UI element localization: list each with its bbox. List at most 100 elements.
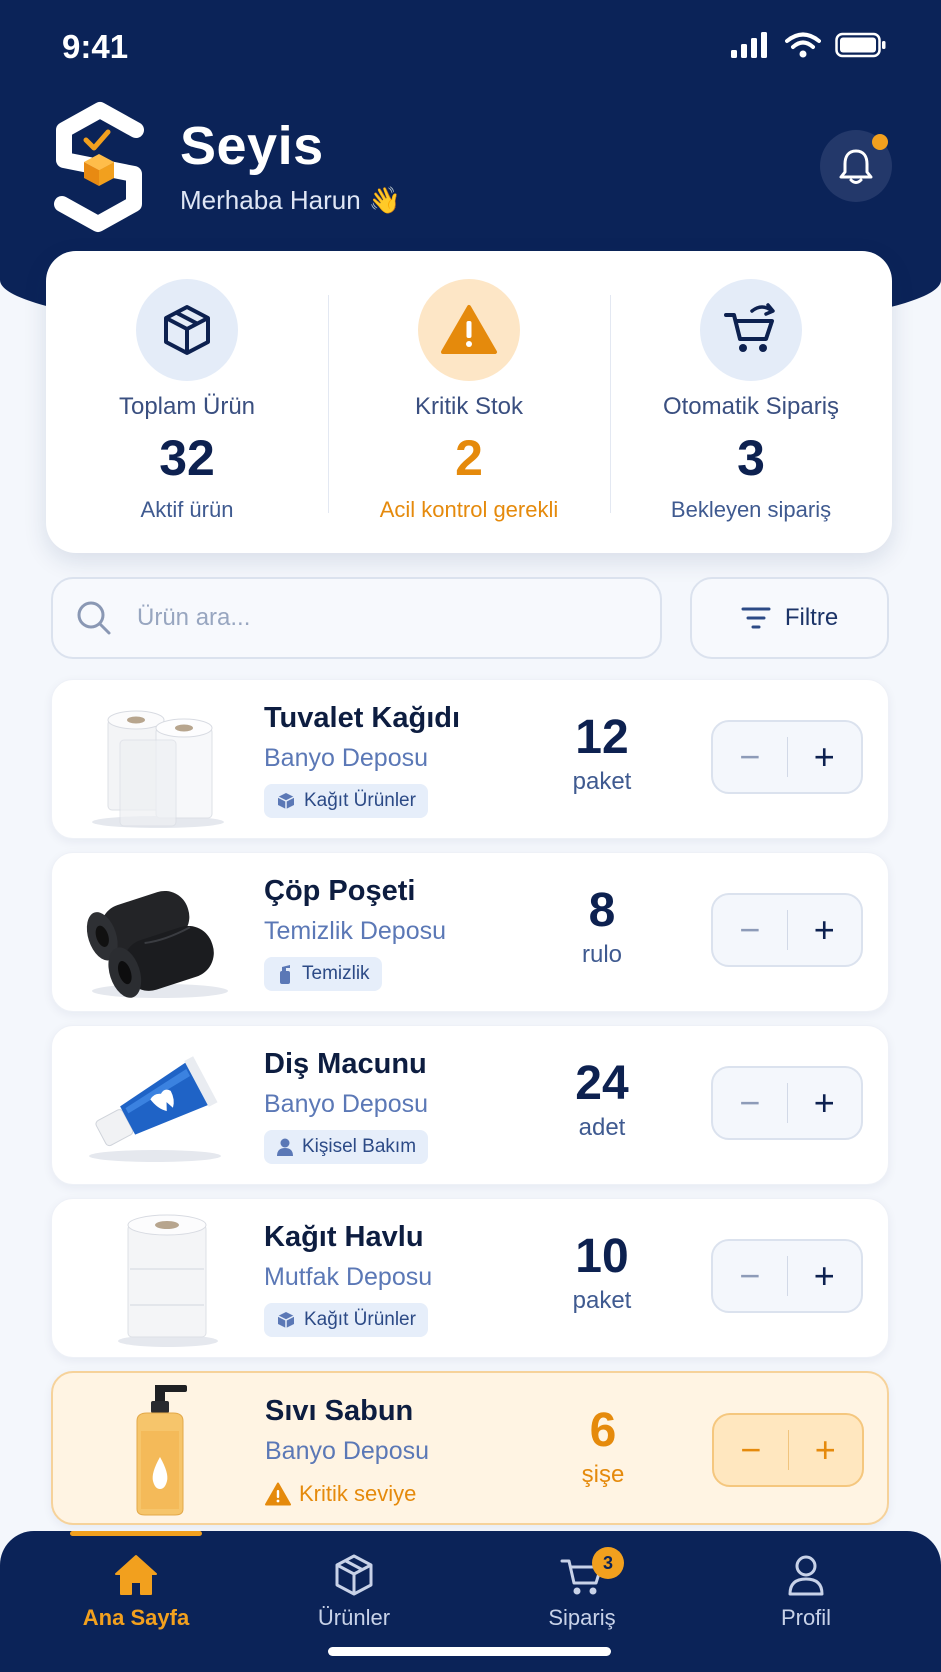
quantity-stepper: − +: [711, 720, 863, 794]
paper-towel-image: [118, 1214, 218, 1347]
quantity-unit: rulo: [581, 941, 623, 968]
brand: Seyis Merhaba Harun 👋: [52, 100, 401, 234]
box-icon: [277, 1312, 295, 1328]
tab-label: Profil: [780, 1605, 832, 1630]
product-card[interactable]: Tuvalet Kağıdı Banyo Deposu Kağıt Ürünle…: [51, 679, 889, 839]
box-icon: [335, 1554, 373, 1596]
stat-label: Toplam Ürün: [118, 393, 256, 420]
product-quantity: 8 rulo: [532, 887, 672, 969]
active-tab-indicator: [70, 1531, 202, 1536]
product-card[interactable]: Kağıt Havlu Mutfak Deposu Kağıt Ürünler …: [51, 1198, 889, 1358]
decrease-button[interactable]: −: [714, 1415, 788, 1485]
quantity-stepper: − +: [711, 1066, 863, 1140]
increase-button[interactable]: +: [789, 1415, 863, 1485]
box-icon: [277, 793, 295, 809]
stat-subtitle: Bekleyen sipariş: [670, 497, 832, 522]
notification-button[interactable]: [820, 130, 892, 202]
tab-orders[interactable]: 3 Sipariş: [502, 1547, 662, 1631]
toilet-paper-image: [92, 710, 224, 828]
wave-emoji-icon: 👋: [368, 184, 402, 215]
product-name: Tuvalet Kağıdı: [264, 702, 461, 734]
stat-total-products[interactable]: Toplam Ürün 32 Aktif ürün: [46, 251, 328, 553]
quantity-value: 24: [575, 1057, 629, 1110]
warning-icon: [441, 305, 497, 354]
tag-label: Kritik seviye: [299, 1481, 417, 1506]
battery-icon: [835, 32, 886, 58]
home-indicator: [328, 1647, 611, 1656]
user-icon: [788, 1555, 824, 1596]
stat-auto-orders[interactable]: Otomatik Sipariş 3 Bekleyen sipariş: [610, 251, 892, 553]
bell-icon: [839, 149, 873, 184]
decrease-button[interactable]: −: [713, 722, 787, 792]
trash-bag-roll-image: [86, 890, 228, 998]
quantity-unit: şişe: [581, 1461, 625, 1488]
stat-label: Otomatik Sipariş: [662, 393, 840, 420]
tab-profile[interactable]: Profil: [726, 1553, 886, 1631]
signal-icon: [731, 32, 767, 58]
critical-level-tag: Kritik seviye: [265, 1477, 416, 1511]
tab-label: Ürünler: [317, 1605, 391, 1630]
product-location: Temizlik Deposu: [264, 917, 447, 945]
stat-icon-wrap: [418, 279, 520, 381]
quantity-value: 8: [588, 884, 616, 937]
quantity-unit: adet: [578, 1114, 626, 1141]
stat-value: 32: [159, 430, 215, 486]
app-title: Seyis: [180, 115, 324, 176]
stat-label: Kritik Stok: [414, 393, 524, 420]
tag-label: Temizlik: [302, 963, 370, 984]
decrease-button[interactable]: −: [713, 1068, 787, 1138]
product-quantity: 12 paket: [532, 714, 672, 796]
product-card[interactable]: Çöp Poşeti Temizlik Deposu Temizlik 8 ru…: [51, 852, 889, 1012]
product-quantity: 10 paket: [532, 1233, 672, 1315]
box-icon: [164, 305, 210, 355]
product-category-tag: Temizlik: [264, 957, 382, 991]
search-placeholder: Ürün ara...: [137, 604, 251, 631]
quantity-value: 12: [575, 711, 629, 764]
tag-label: Kağıt Ürünler: [304, 790, 416, 811]
status-bar: 9:41: [0, 0, 941, 100]
stat-value: 3: [737, 430, 765, 486]
decrease-button[interactable]: −: [713, 895, 787, 965]
product-name: Diş Macunu: [264, 1048, 427, 1080]
home-icon: [115, 1555, 157, 1595]
tab-home[interactable]: Ana Sayfa: [56, 1553, 216, 1631]
orders-badge: 3: [592, 1547, 624, 1579]
increase-button[interactable]: +: [788, 1068, 862, 1138]
tag-label: Kağıt Ürünler: [304, 1309, 416, 1330]
stat-critical-stock[interactable]: Kritik Stok 2 Acil kontrol gerekli: [328, 251, 610, 553]
product-card-critical[interactable]: Sıvı Sabun Banyo Deposu Kritik seviye 6 …: [51, 1371, 889, 1525]
quantity-value: 10: [575, 1230, 629, 1283]
product-location: Banyo Deposu: [265, 1437, 430, 1465]
tab-label: Ana Sayfa: [82, 1605, 190, 1630]
liquid-soap-image: [136, 1385, 187, 1516]
quantity-stepper: − +: [711, 1239, 863, 1313]
search-icon: [77, 601, 111, 635]
increase-button[interactable]: +: [788, 895, 862, 965]
product-card[interactable]: Diş Macunu Banyo Deposu Kişisel Bakım 24…: [51, 1025, 889, 1185]
filter-icon: [741, 607, 771, 629]
product-category-tag: Kişisel Bakım: [264, 1130, 429, 1164]
product-name: Çöp Poşeti: [264, 875, 416, 907]
search-row: Ürün ara... Filtre: [51, 577, 889, 659]
filter-label: Filtre: [784, 604, 839, 631]
tab-products[interactable]: Ürünler: [274, 1553, 434, 1631]
filter-button[interactable]: Filtre: [690, 577, 889, 659]
stat-subtitle: Acil kontrol gerekli: [379, 497, 559, 522]
increase-button[interactable]: +: [788, 722, 862, 792]
quantity-stepper: − +: [712, 1413, 864, 1487]
stat-icon-wrap: [136, 279, 238, 381]
search-input[interactable]: Ürün ara...: [51, 577, 662, 659]
product-location: Banyo Deposu: [264, 744, 429, 772]
person-icon: [277, 1138, 293, 1156]
toothpaste-image: [89, 1056, 221, 1162]
product-name: Kağıt Havlu: [264, 1221, 424, 1253]
spray-icon: [280, 965, 290, 984]
stats-card: Toplam Ürün 32 Aktif ürün Kritik Stok 2 …: [46, 251, 892, 553]
tag-label: Kişisel Bakım: [302, 1136, 417, 1157]
tab-label: Sipariş: [548, 1605, 616, 1630]
decrease-button[interactable]: −: [713, 1241, 787, 1311]
status-icons: [731, 32, 887, 58]
warning-icon: [265, 1482, 291, 1506]
product-quantity: 24 adet: [532, 1060, 672, 1142]
increase-button[interactable]: +: [788, 1241, 862, 1311]
